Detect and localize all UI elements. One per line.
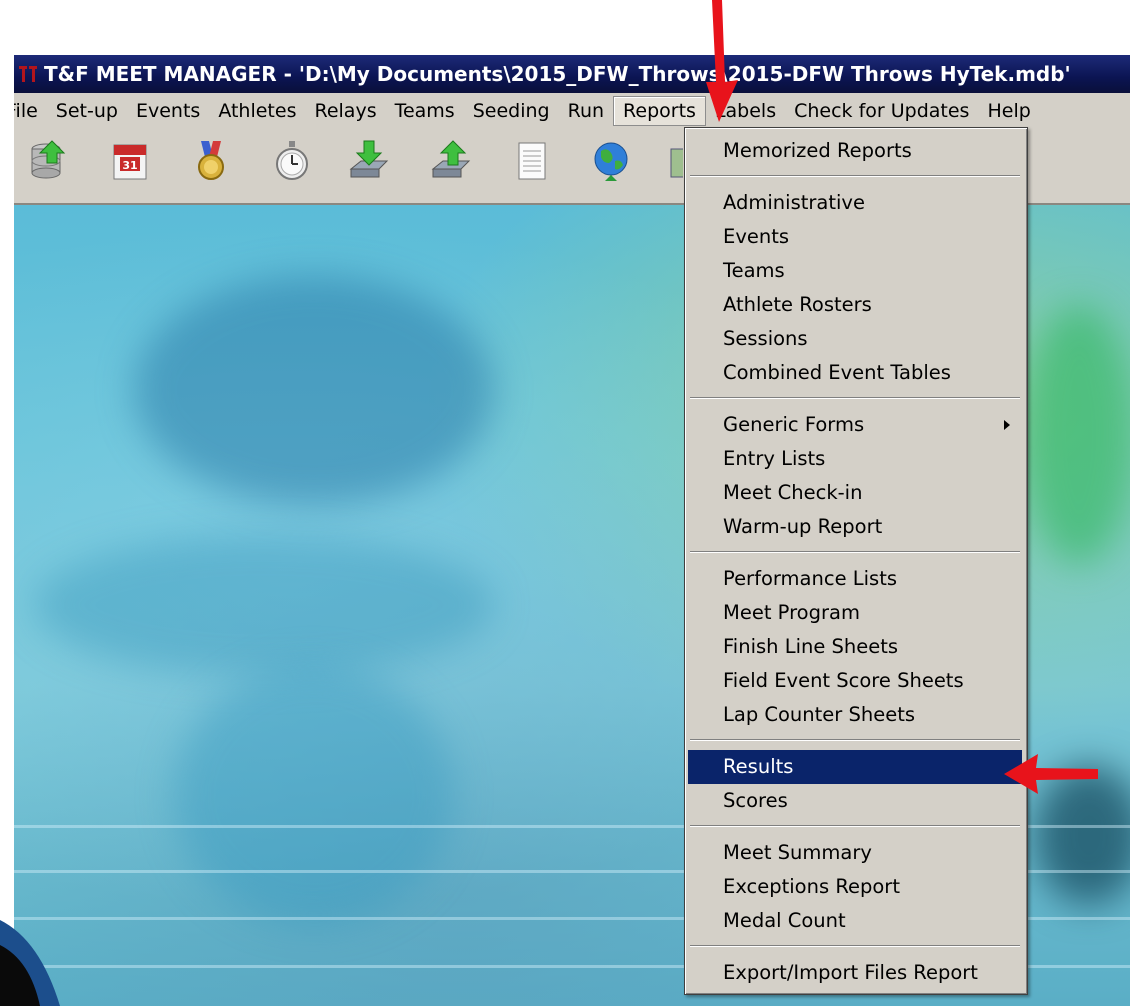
runner-blur-shape: [1024, 305, 1130, 565]
menu-item-medal-count[interactable]: Medal Count: [688, 904, 1022, 938]
calendar-icon[interactable]: 31: [108, 139, 152, 183]
menu-teams[interactable]: Teams: [386, 96, 464, 126]
menu-separator: [690, 551, 1020, 553]
runner-blur-shape: [134, 275, 494, 505]
annotation-arrow-down-icon: [706, 0, 738, 122]
menu-reports[interactable]: Reports: [613, 96, 706, 126]
globe-icon[interactable]: [589, 139, 633, 183]
stopwatch-icon[interactable]: [270, 139, 314, 183]
runner-blur-shape: [174, 665, 454, 925]
menu-separator: [690, 739, 1020, 741]
partial-icon[interactable]: [669, 139, 683, 183]
calendar-day: 31: [122, 159, 137, 172]
menu-item-administrative[interactable]: Administrative: [688, 186, 1022, 220]
menu-item-events[interactable]: Events: [688, 220, 1022, 254]
menu-help[interactable]: Help: [978, 96, 1039, 126]
app-logo-icon: [18, 64, 38, 84]
menu-separator: [690, 825, 1020, 827]
menu-item-field-event-score-sheets[interactable]: Field Event Score Sheets: [688, 664, 1022, 698]
database-upload-icon[interactable]: [26, 139, 70, 183]
menu-item-exceptions-report[interactable]: Exceptions Report: [688, 870, 1022, 904]
menu-item-combined-event-tables[interactable]: Combined Event Tables: [688, 356, 1022, 390]
menu-separator: [690, 945, 1020, 947]
menu-bar: File Set-up Events Athletes Relays Teams…: [14, 93, 1130, 129]
menu-item-label: Generic Forms: [723, 413, 865, 436]
menu-separator: [690, 175, 1020, 177]
menu-item-lap-counter-sheets[interactable]: Lap Counter Sheets: [688, 698, 1022, 732]
submenu-arrow-icon: [1004, 420, 1010, 430]
menu-relays[interactable]: Relays: [305, 96, 385, 126]
notepad-icon[interactable]: [510, 139, 554, 183]
menu-set-up[interactable]: Set-up: [47, 96, 127, 126]
menu-check-for-updates[interactable]: Check for Updates: [785, 96, 978, 126]
title-bar: T&F MEET MANAGER - 'D:\My Documents\2015…: [14, 55, 1130, 93]
menu-separator: [690, 397, 1020, 399]
menu-item-sessions[interactable]: Sessions: [688, 322, 1022, 356]
menu-events[interactable]: Events: [127, 96, 209, 126]
menu-item-results[interactable]: Results: [688, 750, 1022, 784]
menu-item-meet-check-in[interactable]: Meet Check-in: [688, 476, 1022, 510]
window-title: T&F MEET MANAGER - 'D:\My Documents\2015…: [44, 62, 1071, 86]
menu-item-warm-up-report[interactable]: Warm-up Report: [688, 510, 1022, 544]
menu-seeding[interactable]: Seeding: [464, 96, 559, 126]
menu-item-performance-lists[interactable]: Performance Lists: [688, 562, 1022, 596]
menu-item-teams[interactable]: Teams: [688, 254, 1022, 288]
menu-run[interactable]: Run: [559, 96, 613, 126]
medal-icon[interactable]: [189, 139, 233, 183]
menu-item-finish-line-sheets[interactable]: Finish Line Sheets: [688, 630, 1022, 664]
import-icon[interactable]: [347, 139, 391, 183]
slide-swoosh-decoration: [0, 920, 60, 1006]
menu-item-meet-program[interactable]: Meet Program: [688, 596, 1022, 630]
menu-item-meet-summary[interactable]: Meet Summary: [688, 836, 1022, 870]
export-icon[interactable]: [429, 139, 473, 183]
menu-item-export-import-files-report[interactable]: Export/Import Files Report: [688, 956, 1022, 990]
reports-dropdown-menu: Memorized Reports Administrative Events …: [684, 127, 1028, 995]
menu-item-scores[interactable]: Scores: [688, 784, 1022, 818]
menu-item-generic-forms[interactable]: Generic Forms: [688, 408, 1022, 442]
menu-item-memorized-reports[interactable]: Memorized Reports: [688, 134, 1022, 168]
annotation-arrow-left-icon: [1004, 754, 1098, 794]
menu-item-entry-lists[interactable]: Entry Lists: [688, 442, 1022, 476]
menu-athletes[interactable]: Athletes: [209, 96, 305, 126]
menu-item-athlete-rosters[interactable]: Athlete Rosters: [688, 288, 1022, 322]
runner-blur-shape: [34, 535, 494, 675]
menu-file[interactable]: File: [14, 96, 47, 126]
